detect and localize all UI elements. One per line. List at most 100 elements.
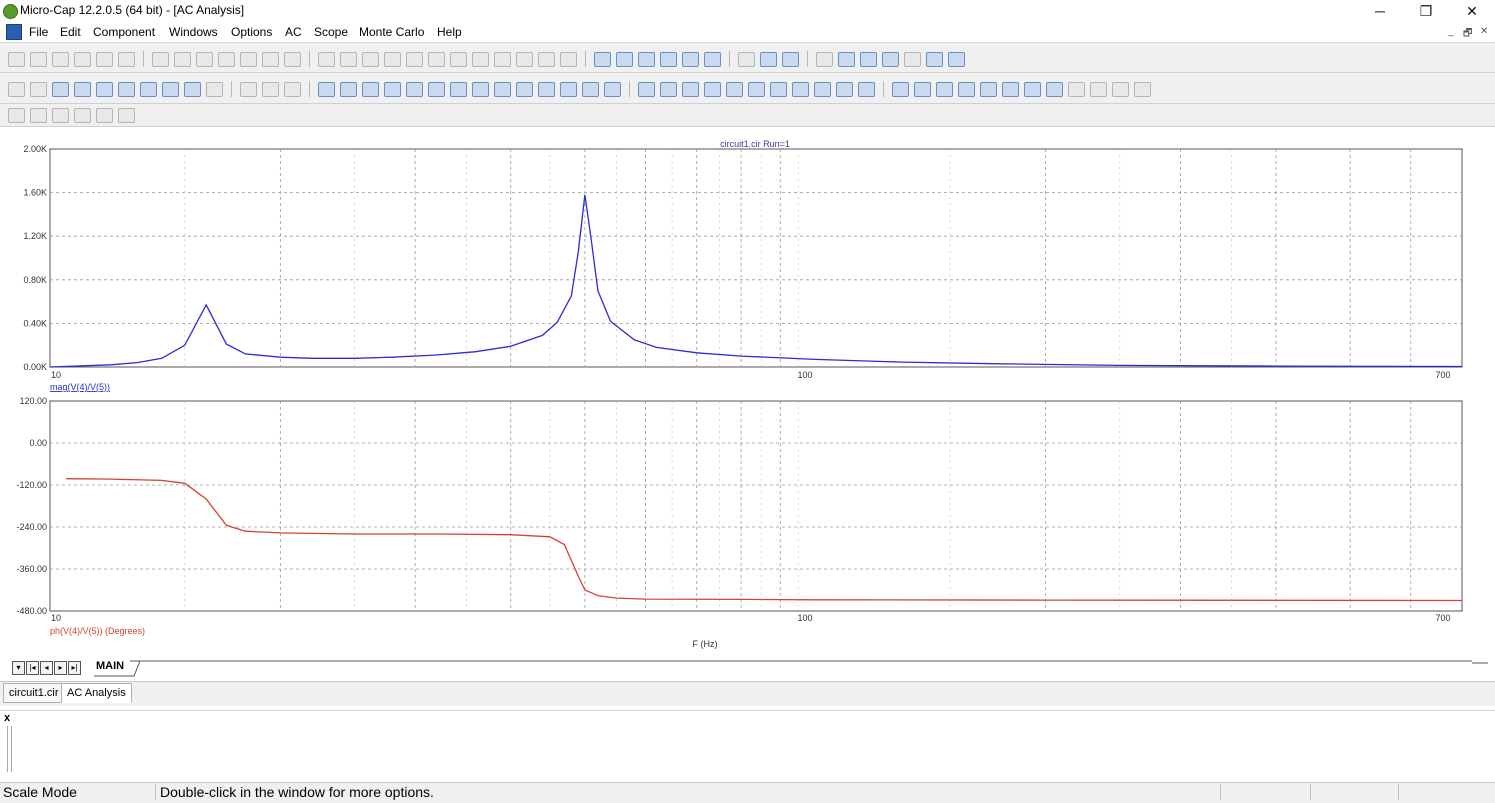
paste-icon[interactable] xyxy=(240,51,257,67)
grid-icon[interactable] xyxy=(406,81,423,97)
align-middle-icon[interactable] xyxy=(96,108,113,123)
bring-front-icon[interactable] xyxy=(1112,81,1129,97)
global-low-icon[interactable] xyxy=(770,81,787,97)
minimize-button[interactable]: ─ xyxy=(1357,0,1403,22)
print-preview-icon[interactable] xyxy=(96,51,113,67)
menu-ac[interactable]: AC xyxy=(285,25,302,39)
calculator-icon[interactable] xyxy=(704,51,721,67)
numeric-output-icon[interactable] xyxy=(914,81,931,97)
same-y-scale-icon[interactable] xyxy=(472,81,489,97)
mdi-minimize-button[interactable]: _ xyxy=(1448,26,1454,37)
mdi-restore-button[interactable]: 🗗 xyxy=(1463,26,1472,43)
component-editor-icon[interactable] xyxy=(738,51,755,67)
close-button[interactable]: ✕ xyxy=(1449,0,1495,22)
text-mode-icon[interactable] xyxy=(206,81,223,97)
menu-file[interactable]: File xyxy=(29,25,48,39)
magnify-minus-icon[interactable] xyxy=(1024,81,1041,97)
align-left-icon[interactable] xyxy=(8,108,25,123)
lamp-component-icon[interactable] xyxy=(560,51,577,67)
output-close-icon[interactable]: x xyxy=(4,712,10,724)
tab-ac-analysis[interactable]: AC Analysis xyxy=(61,683,132,703)
document-icon[interactable] xyxy=(6,24,22,40)
menu-edit[interactable]: Edit xyxy=(60,25,81,39)
run-analysis-icon[interactable] xyxy=(816,51,833,67)
menu-options[interactable]: Options xyxy=(231,25,272,39)
new-file-icon[interactable] xyxy=(8,51,25,67)
next-tab-button[interactable]: ▸ xyxy=(54,661,67,675)
macro-component-icon[interactable] xyxy=(494,51,511,67)
horizontal-axis-icon[interactable] xyxy=(494,81,511,97)
print-icon[interactable] xyxy=(118,51,135,67)
limits-icon[interactable] xyxy=(838,51,855,67)
vertical-axis-icon[interactable] xyxy=(516,81,533,97)
font-icon[interactable] xyxy=(1068,81,1085,97)
tab-dropdown-button[interactable]: ▾ xyxy=(12,661,25,675)
separate-plots-icon[interactable] xyxy=(450,81,467,97)
globe-icon[interactable] xyxy=(782,51,799,67)
menu-component[interactable]: Component xyxy=(93,25,155,39)
undo-icon[interactable] xyxy=(152,51,169,67)
plot-properties-icon[interactable] xyxy=(926,51,943,67)
maximize-window-icon[interactable] xyxy=(682,51,699,67)
top-icon[interactable] xyxy=(792,81,809,97)
slope-icon[interactable] xyxy=(836,81,853,97)
tab-main[interactable]: MAIN xyxy=(96,660,124,672)
align-top-icon[interactable] xyxy=(74,108,91,123)
magnify-icon[interactable] xyxy=(1002,81,1019,97)
high-icon[interactable] xyxy=(682,81,699,97)
global-high-icon[interactable] xyxy=(748,81,765,97)
menu-windows[interactable]: Windows xyxy=(169,25,218,39)
mdi-close-button[interactable]: ✕ xyxy=(1480,26,1488,37)
menu-monte-carlo[interactable]: Monte Carlo xyxy=(359,25,424,39)
top-plot-area[interactable] xyxy=(49,148,1463,368)
restore-button[interactable]: ❐ xyxy=(1403,0,1449,22)
tab-circuit1-cir[interactable]: circuit1.cir xyxy=(3,683,65,703)
label-icon[interactable] xyxy=(1046,81,1063,97)
open-file-icon[interactable] xyxy=(30,51,47,67)
analysis-limits-icon[interactable] xyxy=(948,51,965,67)
zoom-fit-icon[interactable] xyxy=(582,81,599,97)
next-simulation-icon[interactable] xyxy=(858,81,875,97)
stepping-icon[interactable] xyxy=(882,51,899,67)
output-grip[interactable] xyxy=(7,726,12,772)
send-back-icon[interactable] xyxy=(1134,81,1151,97)
cursor-to-valley-icon[interactable] xyxy=(980,81,997,97)
minor-grid-icon[interactable] xyxy=(428,81,445,97)
capacitor-component-icon[interactable] xyxy=(362,51,379,67)
copy-icon[interactable] xyxy=(218,51,235,67)
zoom-reset-icon[interactable] xyxy=(604,81,621,97)
peak-icon[interactable] xyxy=(638,81,655,97)
copy-plot-icon[interactable] xyxy=(892,81,909,97)
save-icon[interactable] xyxy=(52,51,69,67)
horizontal-tag-icon[interactable] xyxy=(162,81,179,97)
source-component-icon[interactable] xyxy=(538,51,555,67)
pan-mode-icon[interactable] xyxy=(30,81,47,97)
prev-tab-button[interactable]: ◂ xyxy=(40,661,53,675)
cursor-to-peak-icon[interactable] xyxy=(958,81,975,97)
run-icon[interactable] xyxy=(240,81,257,97)
cut-icon[interactable] xyxy=(196,51,213,67)
shape-editor-icon[interactable] xyxy=(760,51,777,67)
mosfet-component-icon[interactable] xyxy=(450,51,467,67)
tokens-icon[interactable] xyxy=(384,81,401,97)
align-bottom-icon[interactable] xyxy=(118,108,135,123)
properties-icon[interactable] xyxy=(860,51,877,67)
menu-help[interactable]: Help xyxy=(437,25,462,39)
zoom-out-icon[interactable] xyxy=(560,81,577,97)
top-trace-label[interactable]: mag(V(4)/V(5)) xyxy=(50,382,110,392)
ac-analysis-plot[interactable]: circuit1.cir Run=1 2.00K 1.60K 1.20K 0.8… xyxy=(0,127,1495,657)
color-icon[interactable] xyxy=(1090,81,1107,97)
plot-window[interactable]: circuit1.cir Run=1 2.00K 1.60K 1.20K 0.8… xyxy=(0,127,1495,657)
opamp-component-icon[interactable] xyxy=(472,51,489,67)
select-mode-icon[interactable] xyxy=(8,81,25,97)
split-window-icon[interactable] xyxy=(660,51,677,67)
data-points-icon[interactable] xyxy=(362,81,379,97)
pause-icon[interactable] xyxy=(284,81,301,97)
battery-component-icon[interactable] xyxy=(516,51,533,67)
ground-component-icon[interactable] xyxy=(318,51,335,67)
last-tab-button[interactable]: ▸| xyxy=(68,661,81,675)
graph-mode-icon[interactable] xyxy=(74,81,91,97)
tools-icon[interactable] xyxy=(904,51,921,67)
align-right-icon[interactable] xyxy=(52,108,69,123)
bottom-trace-label[interactable]: ph(V(4)/V(5)) (Degrees) xyxy=(50,626,145,636)
